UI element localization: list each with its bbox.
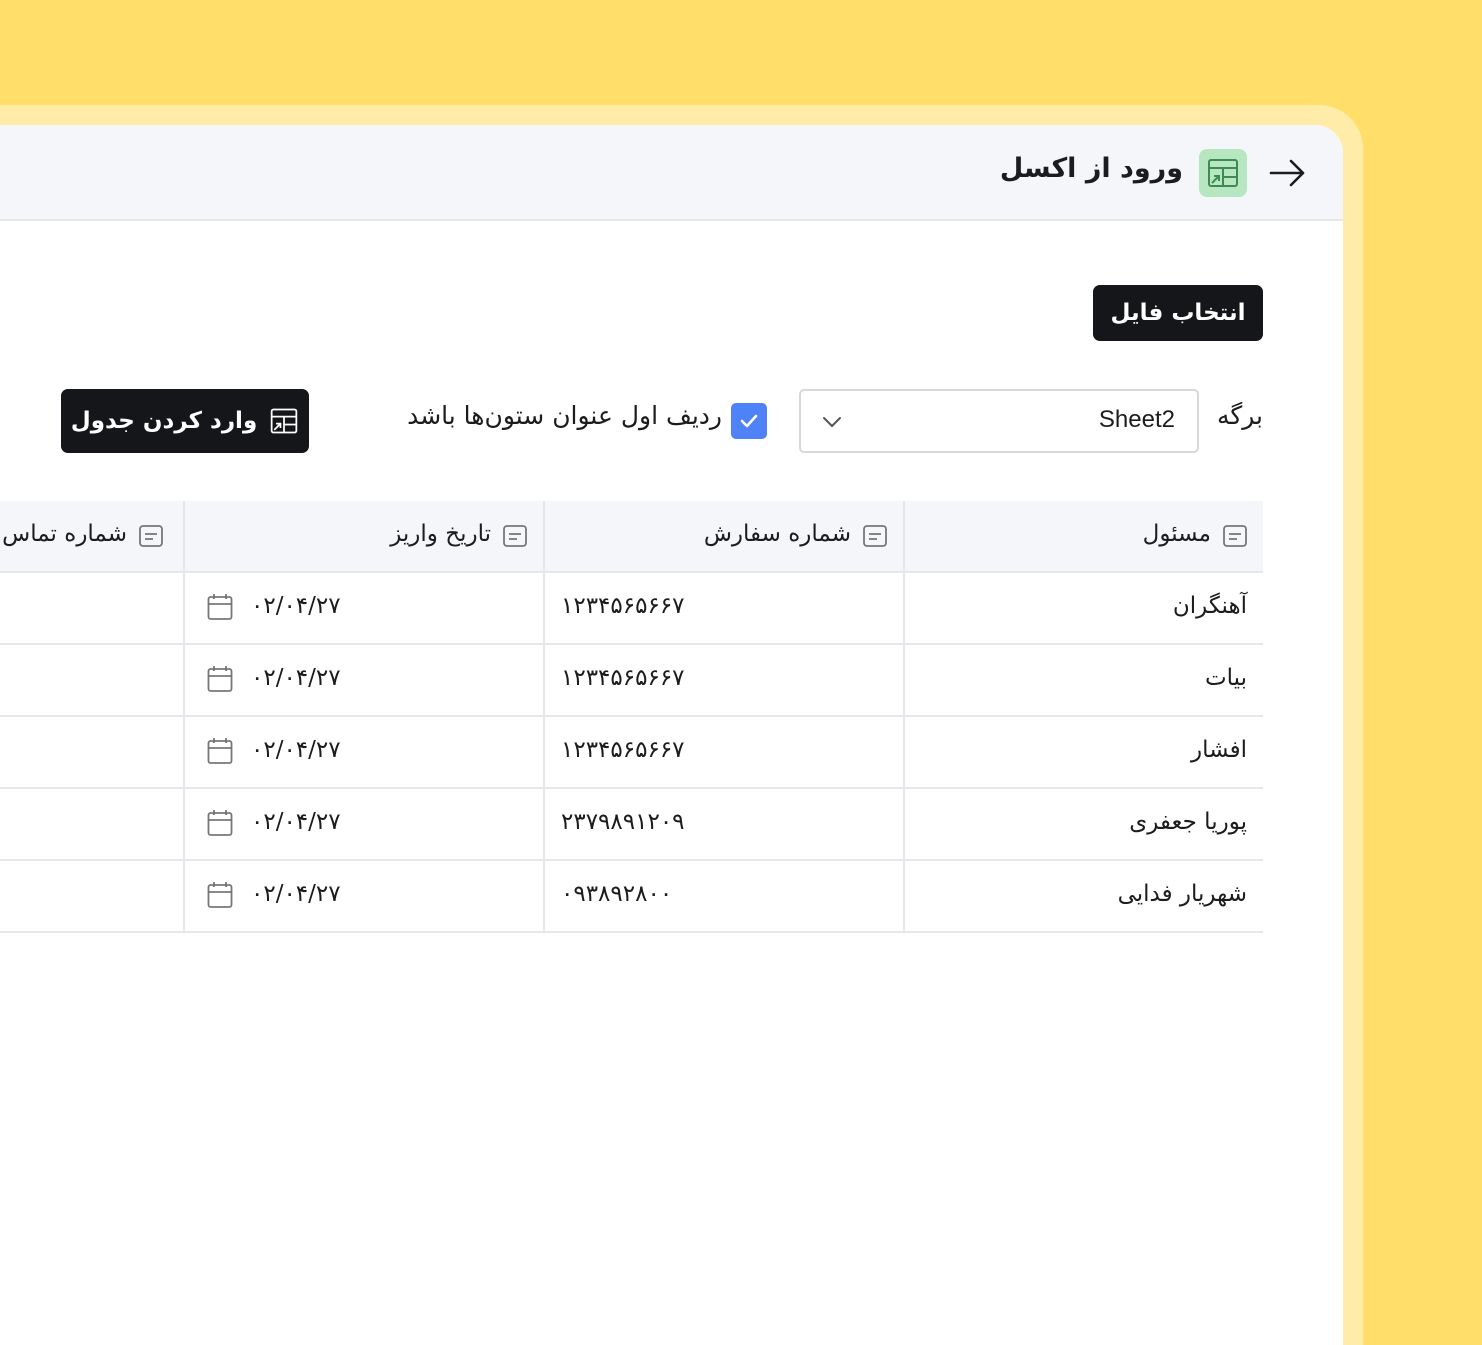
column-header-label: شماره تماس — [2, 521, 127, 547]
import-table-icon — [271, 408, 298, 434]
first-row-header-checkbox[interactable] — [731, 403, 767, 439]
import-excel-window: ورود از اکسل انتخاب فایل برگه Sheet2 ردی… — [0, 125, 1343, 1345]
text-column-icon — [503, 525, 527, 547]
cell-owner: شهریار فدایی — [1117, 881, 1247, 907]
column-header-date[interactable]: تاریخ واریز — [183, 501, 543, 571]
choose-file-label: انتخاب فایل — [1110, 300, 1246, 326]
cell-order: ۱۲۳۴۵۶۵۶۶۷ — [561, 665, 685, 691]
calendar-icon — [207, 594, 233, 620]
check-icon — [740, 414, 758, 428]
calendar-icon — [207, 810, 233, 836]
text-column-icon — [863, 525, 887, 547]
import-table-label: وارد کردن جدول — [70, 408, 258, 434]
table-row[interactable]: پوریا جعفری ۲۳۷۹۸۹۱۲۰۹ ۰۲/۰۴/۲۷ — [0, 789, 1263, 861]
cell-order: ۲۳۷۹۸۹۱۲۰۹ — [561, 809, 685, 835]
sheet-label: برگه — [1216, 401, 1263, 430]
cell-order: ۱۲۳۴۵۶۵۶۶۷ — [561, 737, 685, 763]
cell-phone — [0, 861, 183, 931]
table-row[interactable]: شهریار فدایی ۰۹۳۸۹۲۸۰۰ ۰۲/۰۴/۲۷ — [0, 861, 1263, 933]
calendar-icon — [207, 882, 233, 908]
sheet-select[interactable]: Sheet2 — [799, 389, 1199, 453]
window-header: ورود از اکسل — [0, 125, 1343, 221]
cell-phone — [0, 789, 183, 859]
cell-owner: افشار — [1190, 737, 1247, 763]
table-row[interactable]: افشار ۱۲۳۴۵۶۵۶۶۷ ۰۲/۰۴/۲۷ — [0, 717, 1263, 789]
cell-phone — [0, 573, 183, 643]
text-column-icon — [139, 525, 163, 547]
calendar-icon — [207, 738, 233, 764]
cell-owner: پوریا جعفری — [1129, 809, 1247, 835]
column-header-phone[interactable]: شماره تماس — [0, 501, 183, 571]
calendar-icon — [207, 666, 233, 692]
cell-order: ۰۹۳۸۹۲۸۰۰ — [561, 881, 673, 907]
excel-icon — [1199, 149, 1247, 197]
text-column-icon — [1223, 525, 1247, 547]
column-header-label: تاریخ واریز — [390, 521, 491, 547]
cell-owner: بیات — [1204, 665, 1247, 691]
cell-phone — [0, 717, 183, 787]
cell-date: ۰۲/۰۴/۲۷ — [251, 665, 341, 691]
cell-date: ۰۲/۰۴/۲۷ — [251, 809, 341, 835]
column-header-label: شماره سفارش — [703, 521, 851, 547]
first-row-header-label: ردیف اول عنوان ستون‌ها باشد — [407, 401, 722, 430]
cell-date: ۰۲/۰۴/۲۷ — [251, 881, 341, 907]
table-row[interactable]: آهنگران ۱۲۳۴۵۶۵۶۶۷ ۰۲/۰۴/۲۷ — [0, 573, 1263, 645]
import-table-button[interactable]: وارد کردن جدول — [61, 389, 309, 453]
cell-owner: آهنگران — [1172, 593, 1247, 619]
column-header-label: مسئول — [1142, 521, 1211, 547]
page-title: ورود از اکسل — [999, 153, 1183, 184]
table-row[interactable]: بیات ۱۲۳۴۵۶۵۶۶۷ ۰۲/۰۴/۲۷ — [0, 645, 1263, 717]
cell-phone — [0, 645, 183, 715]
column-header-order[interactable]: شماره سفارش — [543, 501, 903, 571]
sheet-select-value: Sheet2 — [1098, 406, 1175, 433]
cell-date: ۰۲/۰۴/۲۷ — [251, 593, 341, 619]
chevron-down-icon — [823, 417, 841, 427]
column-header-owner[interactable]: مسئول — [903, 501, 1263, 571]
cell-date: ۰۲/۰۴/۲۷ — [251, 737, 341, 763]
choose-file-button[interactable]: انتخاب فایل — [1093, 285, 1263, 341]
table-header: مسئول شماره سفارش تاریخ واریز شماره تماس — [0, 501, 1263, 573]
arrow-right-icon[interactable] — [1267, 153, 1307, 193]
cell-order: ۱۲۳۴۵۶۵۶۶۷ — [561, 593, 685, 619]
